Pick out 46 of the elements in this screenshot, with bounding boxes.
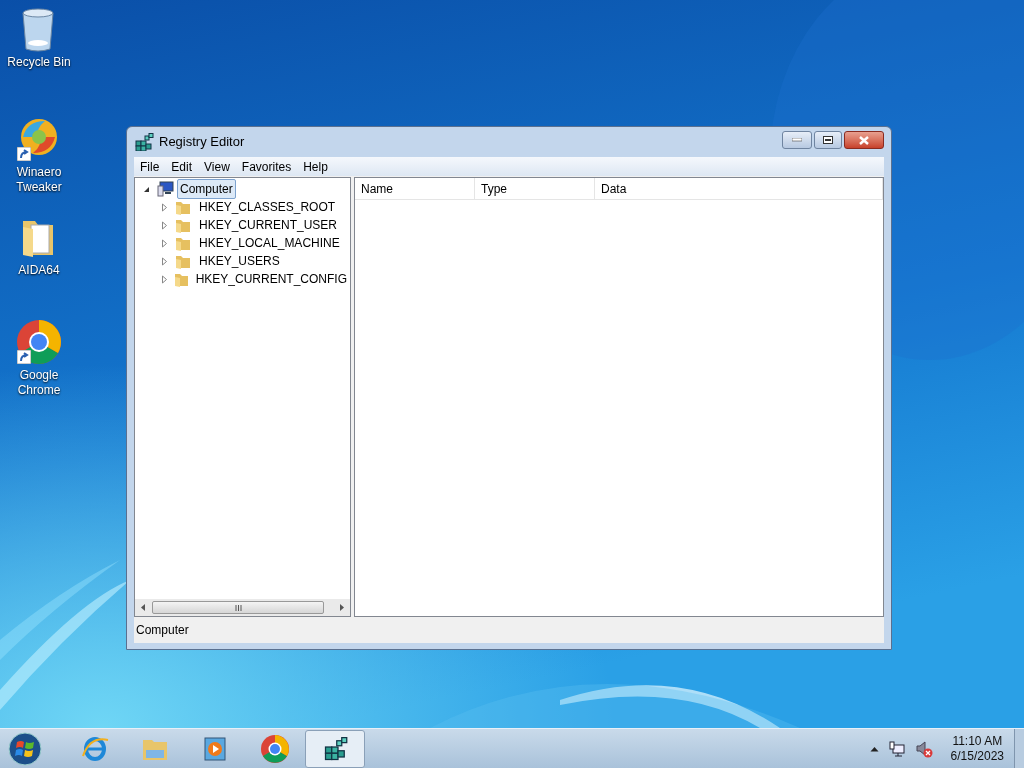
maximize-icon <box>823 136 833 144</box>
column-header[interactable]: Type <box>475 178 595 199</box>
expand-arrow-icon[interactable] <box>161 220 169 230</box>
column-header[interactable]: Name <box>355 178 475 199</box>
registry-cubes-icon <box>134 133 154 151</box>
desktop-icon-label[interactable]: Recycle Bin <box>2 55 76 70</box>
folder-icon <box>175 199 191 215</box>
folder-icon <box>175 217 191 233</box>
folder-icon <box>173 271 188 287</box>
tree-item[interactable]: HKEY_USERS <box>196 251 283 271</box>
desktop-icon-label[interactable]: Google Chrome <box>2 368 76 398</box>
volume-muted-icon[interactable] <box>914 739 933 758</box>
tree-item[interactable]: HKEY_CLASSES_ROOT <box>196 197 339 217</box>
window-title: Registry Editor <box>159 133 245 152</box>
desktop-icon-label[interactable]: Winaero Tweaker <box>2 165 76 195</box>
expand-arrow-icon[interactable] <box>161 202 169 212</box>
menu-item[interactable]: File <box>134 157 166 176</box>
scrollbar-thumb[interactable] <box>152 601 324 614</box>
maximize-button[interactable] <box>814 131 842 149</box>
clock-date[interactable]: 6/15/2023 <box>950 748 1004 764</box>
expand-arrow-icon[interactable] <box>161 256 169 266</box>
taskbar-app-button[interactable] <box>305 729 365 768</box>
chrome-icon <box>260 733 290 764</box>
close-button[interactable] <box>844 131 884 149</box>
folder-icon <box>175 235 191 251</box>
column-header[interactable]: Data <box>595 178 883 199</box>
status-text: Computer <box>136 622 189 639</box>
computer-icon <box>157 181 175 197</box>
tree-item[interactable]: HKEY_LOCAL_MACHINE <box>196 233 343 253</box>
tree-item[interactable]: Computer <box>177 179 236 199</box>
close-icon <box>858 135 870 145</box>
menu-item[interactable]: Favorites <box>235 157 298 176</box>
folder-icon <box>175 253 191 269</box>
horizontal-scrollbar[interactable] <box>135 599 350 616</box>
menu-item[interactable]: Edit <box>165 157 199 176</box>
expand-arrow-icon[interactable] <box>161 274 168 284</box>
menu-item[interactable]: View <box>198 157 236 176</box>
menu-item[interactable]: Help <box>297 157 334 176</box>
minimize-icon <box>792 138 802 142</box>
tree-item[interactable]: HKEY_CURRENT_USER <box>196 215 341 235</box>
show-hidden-icons[interactable] <box>869 745 879 752</box>
desktop-icon-label[interactable]: AIDA64 <box>2 263 76 278</box>
tree-item[interactable]: HKEY_CURRENT_CONFIG <box>192 269 350 289</box>
network-icon[interactable] <box>888 740 905 757</box>
clock-time[interactable]: 11:10 AM <box>952 733 1003 749</box>
expand-arrow-icon[interactable] <box>161 238 169 248</box>
